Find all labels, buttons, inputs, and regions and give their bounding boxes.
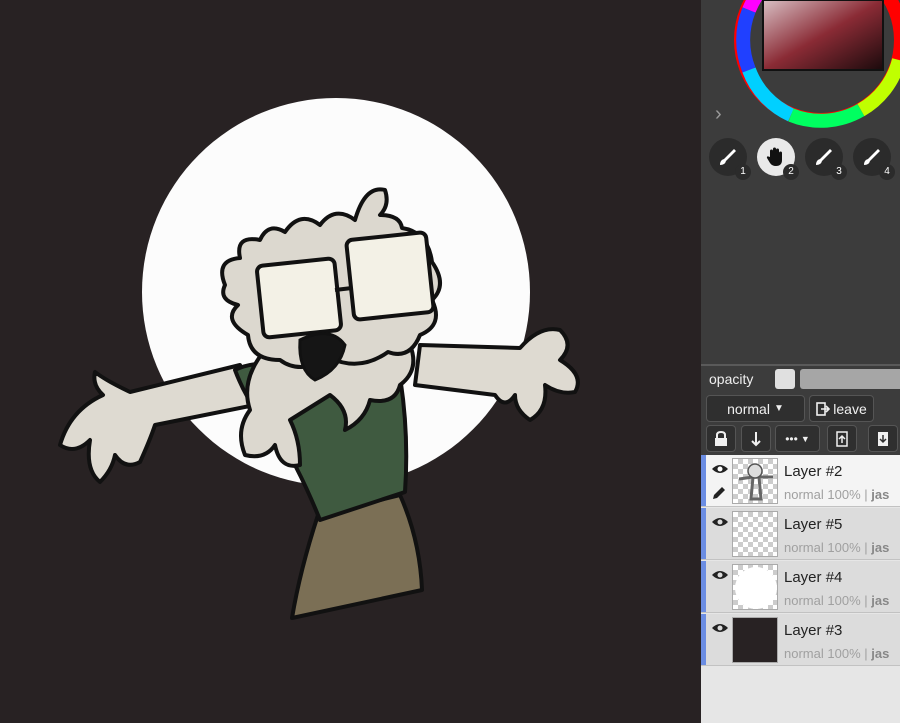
layer-meta: normal 100% | jas	[784, 593, 890, 608]
eye-icon[interactable]	[711, 569, 729, 581]
merge-down-button[interactable]	[741, 425, 771, 452]
caret-down-icon: ▼	[773, 403, 784, 414]
move-layer-up-button[interactable]	[827, 425, 857, 452]
layer-meta: normal 100% | jas	[784, 646, 890, 661]
leave-button[interactable]: leave	[809, 395, 874, 422]
layer-thumbnail	[732, 617, 778, 663]
panel-divider	[701, 364, 900, 366]
opacity-swatch[interactable]	[775, 369, 795, 389]
caret-down-icon: ▼	[800, 433, 810, 444]
tool-slot-4[interactable]: 4	[853, 138, 895, 180]
layer-name: Layer #4	[784, 569, 843, 586]
move-layer-down-button[interactable]	[868, 425, 898, 452]
artwork	[58, 98, 580, 620]
eye-icon[interactable]	[711, 622, 729, 634]
more-label: •••	[785, 431, 798, 446]
layer-name: Layer #2	[784, 463, 843, 480]
eye-icon[interactable]	[711, 516, 729, 528]
lock-icon	[715, 430, 727, 446]
layer-thumbnail	[732, 458, 778, 504]
tool-number: 2	[783, 164, 799, 180]
leave-icon	[816, 401, 831, 416]
tool-number: 3	[831, 164, 847, 180]
layer-row[interactable]: Layer #4 normal 100% | jas	[701, 561, 900, 613]
layer-selection-bar	[701, 561, 706, 612]
blend-mode-value: normal	[727, 400, 770, 417]
color-wheel[interactable]	[731, 0, 900, 130]
document-down-icon	[878, 431, 888, 446]
layer-name: Layer #3	[784, 622, 843, 639]
blend-mode-dropdown[interactable]: normal ▼	[706, 395, 805, 422]
tool-slot-3[interactable]: 3	[805, 138, 847, 180]
document-up-icon	[836, 430, 848, 447]
layer-thumbnail	[732, 564, 778, 610]
layer-name: Layer #5	[784, 516, 843, 533]
layer-row[interactable]: Layer #3 normal 100% | jas	[701, 614, 900, 666]
layer-row[interactable]: Layer #5 normal 100% | jas	[701, 508, 900, 560]
layers-list: Layer #2 normal 100% | jas Layer #5 norm…	[701, 455, 900, 723]
tool-number: 4	[879, 164, 895, 180]
opacity-label: opacity	[709, 371, 754, 387]
drawing-canvas[interactable]	[0, 0, 701, 723]
opacity-slider[interactable]	[800, 369, 900, 389]
layer-selection-bar	[701, 455, 706, 506]
pencil-icon	[713, 487, 725, 499]
layer-thumbnail	[732, 511, 778, 557]
tool-slot-2[interactable]: 2	[757, 138, 799, 180]
eye-icon[interactable]	[711, 463, 729, 475]
character-thumbnail	[738, 463, 773, 501]
expand-arrow-icon[interactable]: ›	[715, 103, 731, 125]
layer-meta: normal 100% | jas	[784, 540, 890, 555]
merge-down-icon	[751, 431, 761, 446]
circle-thumbnail	[735, 567, 777, 609]
layer-meta: normal 100% | jas	[784, 487, 890, 502]
leave-label: leave	[833, 400, 867, 417]
layer-selection-bar	[701, 614, 706, 665]
layer-selection-bar	[701, 508, 706, 559]
side-panel: › 1 2 3 4 opacity normal ▼ leave ••• ▼ L…	[701, 0, 900, 723]
layer-row[interactable]: Layer #2 normal 100% | jas	[701, 455, 900, 507]
more-options-button[interactable]: ••• ▼	[775, 425, 820, 452]
tool-number: 1	[735, 164, 751, 180]
lock-layer-button[interactable]	[706, 425, 736, 452]
layers-empty-area	[701, 667, 900, 723]
tool-slot-1[interactable]: 1	[709, 138, 751, 180]
